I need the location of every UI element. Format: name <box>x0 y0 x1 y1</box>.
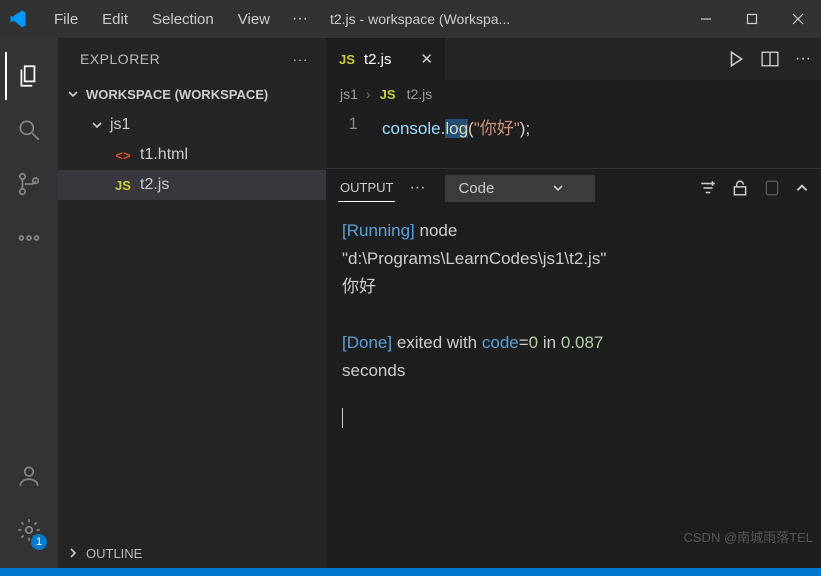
activity-search[interactable] <box>5 106 53 154</box>
token-log: log <box>445 119 468 138</box>
close-icon[interactable]: ✕ <box>420 50 433 68</box>
panel-tab-output[interactable]: OUTPUT <box>338 174 395 202</box>
menu-overflow-icon[interactable]: ··· <box>282 10 318 28</box>
output-number: 0.087 <box>561 333 604 352</box>
activity-accounts[interactable] <box>5 452 53 500</box>
run-icon[interactable] <box>727 50 745 68</box>
js-file-icon: JS <box>379 87 397 102</box>
output-text: = <box>519 333 529 352</box>
js-file-icon: JS <box>338 52 356 67</box>
cursor <box>342 408 343 428</box>
token-semi: ; <box>525 119 530 138</box>
explorer-sidebar: EXPLORER ··· WORKSPACE (WORKSPACE) js1 <… <box>58 38 326 568</box>
output-number: 0 <box>529 333 538 352</box>
explorer-title: EXPLORER <box>80 51 160 67</box>
editor-more-icon[interactable]: ··· <box>795 50 811 68</box>
chevron-right-icon: › <box>366 86 371 102</box>
output-channel-dropdown[interactable]: Code <box>445 175 595 202</box>
menu-file[interactable]: File <box>42 11 90 28</box>
editor-area: JS t2.js ✕ ··· js1 › JS t2.js 1 console.… <box>326 38 821 568</box>
chevron-right-icon <box>66 546 80 560</box>
split-editor-icon[interactable] <box>761 50 779 68</box>
token-console: console <box>382 119 441 138</box>
file-tree: js1 <> t1.html JS t2.js <box>58 108 326 538</box>
activity-settings[interactable]: 1 <box>5 506 53 554</box>
chevron-down-icon <box>66 87 80 101</box>
output-key: code <box>482 333 519 352</box>
output-text: node <box>415 221 458 240</box>
activity-bar: 1 <box>0 38 58 568</box>
output-text: "d:\Programs\LearnCodes\js1\t2.js" <box>342 245 805 273</box>
folder-label: js1 <box>110 116 130 134</box>
activity-extensions[interactable] <box>5 214 53 262</box>
chevron-up-icon[interactable] <box>795 181 809 195</box>
code-editor[interactable]: 1 console.log("你好"); <box>326 108 821 168</box>
bottom-panel: OUTPUT ··· Code [Running] node "d:\Progr… <box>326 168 821 568</box>
title-bar: File Edit Selection View ··· t2.js - wor… <box>0 0 821 38</box>
panel-more-icon[interactable]: ··· <box>409 179 425 197</box>
code-line-1[interactable]: console.log("你好"); <box>382 114 530 168</box>
explorer-actions-icon[interactable]: ··· <box>293 51 309 67</box>
activity-explorer[interactable] <box>5 52 53 100</box>
clear-icon[interactable] <box>763 179 781 197</box>
output-text: in <box>538 333 561 352</box>
output-text: seconds <box>342 357 805 385</box>
tab-t2-js[interactable]: JS t2.js ✕ <box>326 38 446 80</box>
file-label: t1.html <box>140 146 188 164</box>
settings-badge: 1 <box>31 534 47 550</box>
chevron-down-icon <box>552 182 564 194</box>
chevron-down-icon <box>90 118 104 132</box>
breadcrumbs[interactable]: js1 › JS t2.js <box>326 80 821 108</box>
vscode-logo-icon <box>8 9 28 29</box>
js-file-icon: JS <box>114 178 132 193</box>
breadcrumb-file[interactable]: t2.js <box>407 86 433 102</box>
output-running-tag: [Running] <box>342 221 415 240</box>
file-t1-html[interactable]: <> t1.html <box>58 140 326 170</box>
status-bar[interactable] <box>0 568 821 576</box>
lock-icon[interactable] <box>731 179 749 197</box>
close-button[interactable] <box>775 0 821 38</box>
workspace-section[interactable]: WORKSPACE (WORKSPACE) <box>58 80 326 108</box>
menu-edit[interactable]: Edit <box>90 11 140 28</box>
breadcrumb-folder[interactable]: js1 <box>340 86 358 102</box>
editor-tabs: JS t2.js ✕ ··· <box>326 38 821 80</box>
maximize-button[interactable] <box>729 0 775 38</box>
output-text: exited with <box>392 333 482 352</box>
filter-icon[interactable] <box>699 179 717 197</box>
output-done-tag: [Done] <box>342 333 392 352</box>
line-number: 1 <box>326 114 382 168</box>
dropdown-value: Code <box>458 180 494 197</box>
file-label: t2.js <box>140 176 169 194</box>
token-string: "你好" <box>474 119 520 138</box>
outline-label: OUTLINE <box>86 546 142 561</box>
output-body[interactable]: [Running] node "d:\Programs\LearnCodes\j… <box>326 207 821 568</box>
activity-source-control[interactable] <box>5 160 53 208</box>
menu-selection[interactable]: Selection <box>140 11 226 28</box>
minimize-button[interactable] <box>683 0 729 38</box>
window-title: t2.js - workspace (Workspa... <box>318 11 683 27</box>
file-t2-js[interactable]: JS t2.js <box>58 170 326 200</box>
folder-js1[interactable]: js1 <box>58 110 326 140</box>
watermark: CSDN @南城雨落TEL <box>684 527 814 548</box>
outline-section[interactable]: OUTLINE <box>58 538 326 568</box>
output-text: 你好 <box>342 273 805 301</box>
workspace-label: WORKSPACE (WORKSPACE) <box>86 87 268 102</box>
tab-label: t2.js <box>364 51 410 68</box>
menu-view[interactable]: View <box>226 11 282 28</box>
html-file-icon: <> <box>114 148 132 163</box>
